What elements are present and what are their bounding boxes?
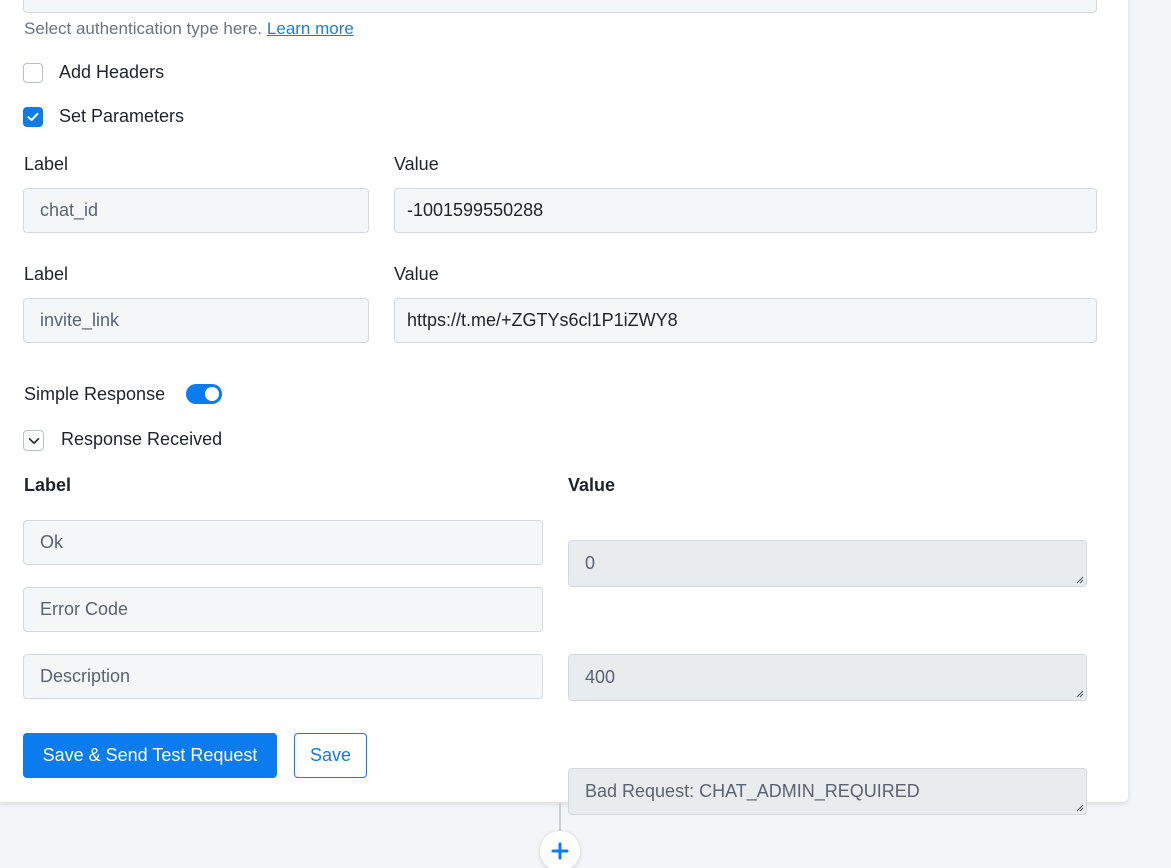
add-headers-option[interactable]: Add Headers [23, 62, 164, 83]
add-headers-label: Add Headers [59, 62, 165, 82]
response-value-header: Value [568, 475, 616, 495]
response-value-field[interactable]: 400 [568, 654, 1087, 701]
param-value-input[interactable]: -1001599550288 [394, 188, 1097, 233]
plus-icon [551, 842, 569, 860]
save-button[interactable]: Save [294, 733, 367, 778]
set-parameters-option[interactable]: Set Parameters [23, 106, 184, 127]
set-parameters-checkbox[interactable] [23, 106, 43, 127]
param-value-title: Value [394, 264, 439, 284]
add-step-button[interactable] [540, 831, 580, 868]
auth-helper-label: Select authentication type here. [24, 19, 263, 38]
simple-response-label: Simple Response [24, 384, 166, 404]
response-value-text: 0 [585, 553, 596, 573]
response-label-field[interactable]: Error Code [23, 587, 543, 632]
param-label-title: Label [24, 264, 69, 284]
resize-grip-icon[interactable] [1074, 574, 1084, 584]
response-label-header: Label [24, 475, 72, 495]
param-value-input[interactable]: https://t.me/+ZGTYs6cl1P1iZWY8 [394, 298, 1097, 343]
response-collapse-button[interactable] [23, 430, 44, 451]
param-label-input[interactable]: invite_link [23, 298, 369, 343]
save-send-test-button[interactable]: Save & Send Test Request [23, 733, 277, 778]
response-received-title: Response Received [61, 429, 223, 449]
response-value-text: 400 [585, 667, 616, 687]
resize-grip-icon[interactable] [1074, 688, 1084, 698]
response-value-field[interactable]: 0 [568, 540, 1087, 587]
response-label-field[interactable]: Description [23, 654, 543, 699]
learn-more-link[interactable]: Learn more [267, 19, 354, 38]
param-label-title: Label [24, 154, 69, 174]
response-label-field[interactable]: Ok [23, 520, 543, 565]
response-value-text: Bad Request: CHAT_ADMIN_REQUIRED [585, 781, 920, 801]
simple-response-toggle[interactable] [186, 384, 222, 404]
chevron-down-icon [28, 437, 39, 444]
check-icon [27, 112, 39, 121]
toggle-knob [205, 387, 219, 401]
set-parameters-label: Set Parameters [59, 106, 185, 126]
resize-grip-icon[interactable] [1074, 802, 1084, 812]
authentication-type-select[interactable] [23, 0, 1097, 13]
param-label-input[interactable]: chat_id [23, 188, 369, 233]
workflow-connector-line [559, 803, 561, 831]
auth-helper-text: Select authentication type here. Learn m… [24, 19, 354, 39]
param-value-title: Value [394, 154, 439, 174]
add-headers-checkbox[interactable] [23, 62, 43, 83]
response-value-field[interactable]: Bad Request: CHAT_ADMIN_REQUIRED [568, 768, 1087, 815]
